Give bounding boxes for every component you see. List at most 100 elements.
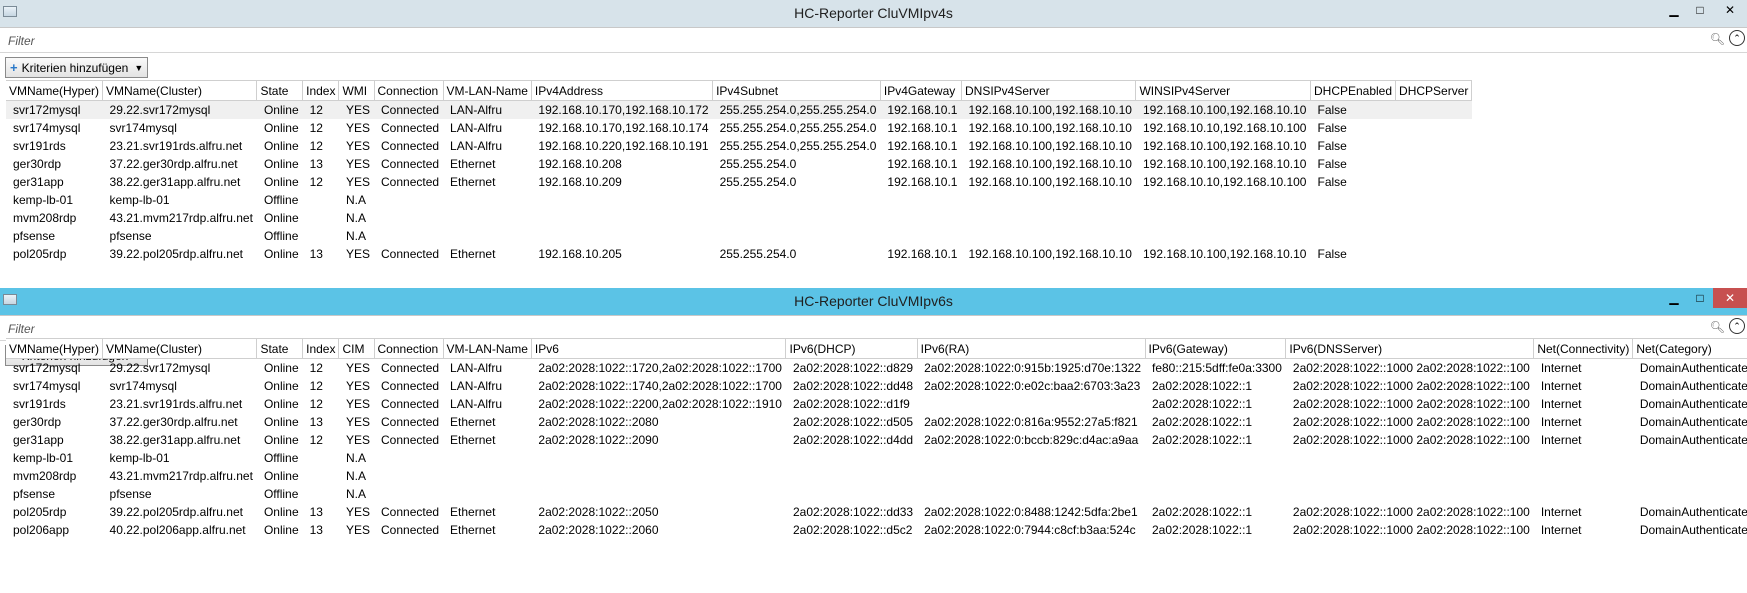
column-header-wmi[interactable]: WMI xyxy=(338,80,375,101)
cell-dhcpserver xyxy=(1396,245,1472,263)
column-header-index[interactable]: Index xyxy=(302,338,340,359)
cell-dhcpenabled: False xyxy=(1317,157,1347,171)
column-header-net-category[interactable]: Net(Category) xyxy=(1632,338,1747,359)
column-header-vm-lan-name[interactable]: VM-LAN-Name xyxy=(443,80,532,101)
column-header-ipv4address[interactable]: IPv4Address xyxy=(531,80,714,101)
search-icon[interactable]: 🔍︎ xyxy=(1710,32,1725,46)
table-row[interactable]: pol206app 40.22.pol206app.alfru.net Online… xyxy=(6,521,1747,539)
column-header-vmname-hyper[interactable]: VMName(Hyper) xyxy=(6,80,104,101)
cell-vmname-hyper: svr172mysql xyxy=(6,100,103,119)
column-header-vmname-hyper[interactable]: VMName(Hyper) xyxy=(6,338,104,359)
cell-vmname-hyper: mvm208rdp xyxy=(13,211,77,225)
table-row[interactable]: svr172mysql 29.22.svr172mysql Online 12 YES C… xyxy=(6,100,1472,119)
cell-wmi: YES xyxy=(345,247,370,261)
cell-state: Online xyxy=(263,175,299,189)
cell-state: Online xyxy=(263,523,299,537)
table-row[interactable]: kemp-lb-01 kemp-lb-01 Offline N.A xyxy=(6,449,1747,467)
column-header-ipv6-dnsserver[interactable]: IPv6(DNSServer) xyxy=(1285,338,1535,359)
table-row[interactable]: svr172mysql 29.22.svr172mysql Online 12 YES C… xyxy=(6,359,1747,378)
table-row[interactable]: svr174mysql svr174mysql Online 12 YES Connect… xyxy=(6,119,1472,137)
table-row[interactable]: svr174mysql svr174mysql Online 12 YES Connect… xyxy=(6,377,1747,395)
cell-wmi: YES xyxy=(345,121,370,135)
cell-index: 12 xyxy=(309,175,323,189)
column-header-connection[interactable]: Connection xyxy=(374,80,444,101)
cell-vmname-hyper: pol205rdp xyxy=(13,505,67,519)
column-header-dhcpserver[interactable]: DHCPServer xyxy=(1395,80,1473,101)
table-row[interactable]: mvm208rdp 43.21.mvm217rdp.alfru.net Online… xyxy=(6,209,1472,227)
column-header-index[interactable]: Index xyxy=(302,80,340,101)
table-row[interactable]: pfsense pfsense Offline N.A xyxy=(6,485,1747,503)
table-row[interactable]: ger30rdp 37.22.ger30rdp.alfru.net Online 13… xyxy=(6,413,1747,431)
table-row[interactable]: ger31app 38.22.ger31app.alfru.net Online 12… xyxy=(6,173,1472,191)
column-header-cim[interactable]: CIM xyxy=(338,338,375,359)
cell-ipv6-ra: 2a02:2028:1022:0:bccb:829c:d4ac:a9aa xyxy=(924,433,1139,447)
cell-ipv4gateway: 192.168.10.1 xyxy=(887,175,958,189)
cell-vmname-cluster: kemp-lb-01 xyxy=(109,193,170,207)
title-bar[interactable]: HC-Reporter CluVMIpv4s ▁ □ ✕ xyxy=(0,0,1747,28)
column-header-vmname-cluster[interactable]: VMName(Cluster) xyxy=(102,338,258,359)
cell-vm-lan-name: Ethernet xyxy=(450,175,496,189)
table-row[interactable]: kemp-lb-01 kemp-lb-01 Offline N.A xyxy=(6,191,1472,209)
column-header-vm-lan-name[interactable]: VM-LAN-Name xyxy=(443,338,532,359)
cell-ipv6-ra: 2a02:2028:1022:0:915b:1925:d70e:1322 xyxy=(924,361,1141,375)
table-row[interactable]: ger31app 38.22.ger31app.alfru.net Online 12… xyxy=(6,431,1747,449)
table-row[interactable]: pol205rdp 39.22.pol205rdp.alfru.net Online… xyxy=(6,245,1472,263)
column-header-ipv6-gateway[interactable]: IPv6(Gateway) xyxy=(1145,338,1287,359)
collapse-icon[interactable]: ⌃ xyxy=(1729,30,1745,46)
close-icon[interactable]: ✕ xyxy=(1713,0,1747,20)
filter-input[interactable] xyxy=(6,319,1730,338)
column-header-state[interactable]: State xyxy=(256,338,304,359)
cell-ipv4gateway xyxy=(880,191,961,209)
cell-vmname-cluster: svr174mysql xyxy=(109,121,177,135)
filter-input[interactable] xyxy=(6,31,1730,50)
cell-ipv6-ra xyxy=(917,485,1145,503)
column-header-dhcpenabled[interactable]: DHCPEnabled xyxy=(1310,80,1397,101)
table-row[interactable]: ger30rdp 37.22.ger30rdp.alfru.net Online 13… xyxy=(6,155,1472,173)
cell-net-connectivity: Internet xyxy=(1540,397,1582,411)
cell-index: 13 xyxy=(309,505,323,519)
title-bar[interactable]: HC-Reporter CluVMIpv6s ▁ □ ✕ xyxy=(0,288,1747,316)
cell-ipv4subnet: 255.255.254.0 xyxy=(719,175,797,189)
minimize-icon[interactable]: ▁ xyxy=(1661,288,1687,308)
cell-vmname-hyper: svr174mysql xyxy=(13,121,81,135)
cell-ipv4gateway: 192.168.10.1 xyxy=(887,139,958,153)
column-header-connection[interactable]: Connection xyxy=(374,338,444,359)
cell-index xyxy=(303,449,339,467)
column-header-ipv4gateway[interactable]: IPv4Gateway xyxy=(880,80,962,101)
column-header-vmname-cluster[interactable]: VMName(Cluster) xyxy=(102,80,258,101)
cell-ipv6-dnsserver: 2a02:2028:1022::1000 2a02:2028:1022::100 xyxy=(1292,433,1530,447)
column-header-ipv4subnet[interactable]: IPv4Subnet xyxy=(712,80,881,101)
column-header-net-connectivity[interactable]: Net(Connectivity) xyxy=(1533,338,1634,359)
table-row[interactable]: pfsense pfsense Offline N.A xyxy=(6,227,1472,245)
table-row[interactable]: svr191rds 23.21.svr191rds.alfru.net Online… xyxy=(6,395,1747,413)
cell-ipv6: 2a02:2028:1022::1720,2a02:2028:1022::170… xyxy=(538,361,782,375)
cell-ipv6: 2a02:2028:1022::2080 xyxy=(538,415,659,429)
column-header-state[interactable]: State xyxy=(256,80,304,101)
table-row[interactable]: mvm208rdp 43.21.mvm217rdp.alfru.net Online… xyxy=(6,467,1747,485)
cell-cim: YES xyxy=(345,505,370,519)
table-row[interactable]: pol205rdp 39.22.pol205rdp.alfru.net Online… xyxy=(6,503,1747,521)
column-header-winsipv4server[interactable]: WINSIPv4Server xyxy=(1135,80,1311,101)
cell-ipv4address xyxy=(531,209,712,227)
cell-ipv6 xyxy=(531,449,786,467)
maximize-icon[interactable]: □ xyxy=(1687,0,1713,20)
cell-wmi: N.A xyxy=(345,211,366,225)
column-header-ipv6-ra[interactable]: IPv6(RA) xyxy=(917,338,1146,359)
search-icon[interactable]: 🔍︎ xyxy=(1710,320,1725,334)
cell-ipv6-ra xyxy=(917,395,1145,413)
column-header-dnsipv4server[interactable]: DNSIPv4Server xyxy=(961,80,1137,101)
column-header-ipv6[interactable]: IPv6 xyxy=(531,338,787,359)
column-header-ipv6-dhcp[interactable]: IPv6(DHCP) xyxy=(785,338,918,359)
table-row[interactable]: svr191rds 23.21.svr191rds.alfru.net Online… xyxy=(6,137,1472,155)
cell-connection: Connected xyxy=(381,523,440,537)
cell-vmname-cluster: 39.22.pol205rdp.alfru.net xyxy=(109,505,243,519)
add-criteria-button[interactable]: + Kriterien hinzufügen ▼ xyxy=(5,57,149,78)
maximize-icon[interactable]: □ xyxy=(1687,288,1713,308)
cell-vmname-cluster: 23.21.svr191rds.alfru.net xyxy=(109,397,243,411)
minimize-icon[interactable]: ▁ xyxy=(1661,0,1687,20)
collapse-icon[interactable]: ⌃ xyxy=(1729,318,1745,334)
close-icon[interactable]: ✕ xyxy=(1713,288,1747,308)
cell-wmi: YES xyxy=(345,157,370,171)
cell-net-connectivity xyxy=(1534,485,1633,503)
cell-ipv4gateway: 192.168.10.1 xyxy=(887,121,958,135)
